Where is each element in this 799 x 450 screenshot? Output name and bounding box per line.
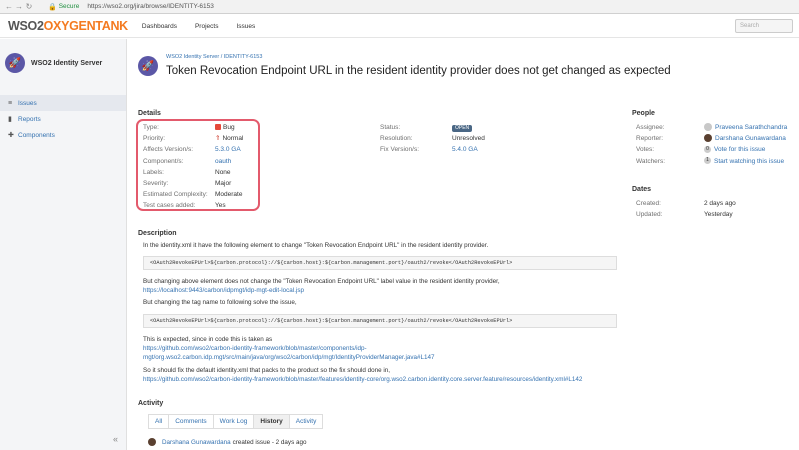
sidebar-item-label: Components: [18, 131, 55, 139]
collapse-sidebar-icon[interactable]: «: [113, 434, 118, 444]
tab-activity[interactable]: Activity: [288, 414, 324, 429]
forward-icon[interactable]: →: [14, 2, 24, 11]
activity-text: created issue - 2 days ago: [232, 438, 307, 446]
nav-projects[interactable]: Projects: [195, 23, 218, 30]
field-label: Assignee:: [636, 124, 665, 131]
github-link[interactable]: https://github.com/wso2/carbon-identity-…: [143, 345, 367, 352]
activity-entry: Darshana Gunawardana created issue - 2 d…: [148, 438, 306, 446]
dates-labels: Created: Updated:: [636, 198, 662, 220]
resolution-value: Unresolved: [452, 135, 485, 143]
people-values: Praveena Sarathchandra Darshana Gunaward…: [704, 122, 787, 167]
field-label: Resolution:: [380, 135, 413, 143]
field-label: Reporter:: [636, 135, 664, 143]
vote-count: 0: [704, 146, 711, 154]
sidebar-item-reports[interactable]: ▮ Reports: [0, 111, 126, 127]
secure-label: Secure: [58, 3, 80, 10]
status-badge: OPEN: [452, 125, 473, 132]
description-paragraph: So it should fix the default identity.xm…: [143, 367, 391, 374]
localhost-link[interactable]: https://localhost:9443/carbon/idpmgt/idp…: [143, 287, 304, 294]
sidebar-item-issues[interactable]: ≡ Issues: [0, 95, 126, 111]
rocket-icon: 🚀: [5, 53, 25, 73]
top-nav: Dashboards Projects Issues: [142, 23, 273, 30]
reload-icon[interactable]: ↻: [24, 2, 34, 11]
people-heading: People: [632, 110, 655, 117]
oxygentank-logo[interactable]: WSO2 OXYGENTANK: [8, 19, 128, 33]
watcher-count: 1: [704, 157, 711, 165]
created-value: 2 days ago: [704, 200, 736, 207]
github-link-continued[interactable]: mgt/org.wso2.carbon.idp.mgt/src/main/jav…: [143, 354, 435, 361]
browser-address-bar: ← → ↻ 🔒 Secure https://wso2.org/jira/bro…: [0, 0, 799, 14]
sidebar-item-components[interactable]: ✚ Components: [0, 127, 126, 143]
status-value: OPEN: [452, 122, 485, 133]
people-labels: Assignee: Reporter: Votes: Watchers:: [636, 122, 665, 167]
details-heading: Details: [138, 110, 161, 117]
list-icon: ≡: [8, 99, 13, 107]
details-right-labels: Status: Resolution: Fix Version/s:: [380, 122, 419, 156]
issue-title: Token Revocation Endpoint URL in the res…: [166, 65, 671, 77]
assignee-link[interactable]: Praveena Sarathchandra: [704, 122, 787, 133]
tab-all[interactable]: All: [148, 414, 169, 429]
activity-tabs: All Comments Work Log History Activity: [148, 414, 324, 429]
puzzle-icon: ✚: [8, 132, 14, 139]
breadcrumb[interactable]: WSO2 Identity Server / IDENTITY-6153: [166, 54, 262, 60]
logo-wso2-text: WSO2: [8, 19, 44, 33]
description-paragraph: This is expected, since in code this is …: [143, 336, 273, 343]
description-paragraph: But changing above element does not chan…: [143, 278, 500, 285]
details-right-values: OPEN Unresolved 5.4.0 GA: [452, 122, 485, 156]
code-block: <OAuth2RevokeEPUrl>${carbon.protocol}://…: [143, 314, 617, 328]
sidebar-item-label: Reports: [18, 115, 41, 123]
identity-xml-link[interactable]: https://github.com/wso2/carbon-identity-…: [143, 376, 582, 383]
tab-work-log[interactable]: Work Log: [212, 414, 254, 429]
avatar: [704, 123, 712, 132]
field-label: Votes:: [636, 146, 655, 154]
field-label: Fix Version/s:: [380, 146, 420, 154]
avatar: [148, 438, 156, 446]
project-rocket-icon: 🚀: [138, 56, 158, 76]
activity-heading: Activity: [138, 400, 164, 407]
tab-history[interactable]: History: [253, 414, 289, 429]
description-paragraph: But changing the tag name to following s…: [143, 299, 297, 306]
updated-value: Yesterday: [704, 211, 733, 219]
dates-values: 2 days ago Yesterday: [704, 198, 736, 220]
description-paragraph: In the identity.xml it have the followin…: [143, 242, 489, 249]
top-header: WSO2 OXYGENTANK Dashboards Projects Issu…: [0, 15, 799, 38]
fix-version-link[interactable]: 5.4.0 GA: [452, 144, 485, 155]
tab-comments[interactable]: Comments: [168, 414, 213, 429]
code-block: <OAuth2RevokeEPUrl>${carbon.protocol}://…: [143, 256, 617, 270]
field-label: Status:: [380, 124, 401, 131]
search-input[interactable]: Search: [735, 19, 793, 33]
sidebar-item-label: Issues: [18, 99, 37, 107]
url-field[interactable]: https://wso2.org/jira/browse/IDENTITY-61…: [87, 3, 214, 10]
chart-icon: ▮: [8, 116, 12, 123]
back-icon[interactable]: ←: [4, 2, 14, 11]
nav-issues[interactable]: Issues: [236, 23, 255, 30]
avatar: [704, 134, 712, 143]
dates-heading: Dates: [632, 186, 652, 193]
field-label: Created:: [636, 200, 661, 207]
project-header[interactable]: 🚀 WSO2 Identity Server: [0, 39, 126, 73]
lock-icon: 🔒: [48, 3, 57, 11]
project-name: WSO2 Identity Server: [31, 59, 103, 67]
vote-link[interactable]: 0 Vote for this issue: [704, 144, 787, 155]
watch-link[interactable]: 1 Start watching this issue: [704, 156, 787, 167]
reporter-link[interactable]: Darshana Gunawardana: [704, 133, 787, 144]
nav-dashboards[interactable]: Dashboards: [142, 23, 177, 30]
field-label: Updated:: [636, 211, 663, 219]
field-label: Watchers:: [636, 157, 666, 165]
project-sidebar: 🚀 WSO2 Identity Server ≡ Issues ▮ Report…: [0, 39, 127, 450]
annotation-highlight: [136, 119, 260, 211]
logo-oxygen-text: OXYGENTANK: [43, 19, 129, 33]
activity-user-link[interactable]: Darshana Gunawardana: [162, 439, 231, 446]
description-heading: Description: [138, 230, 177, 237]
